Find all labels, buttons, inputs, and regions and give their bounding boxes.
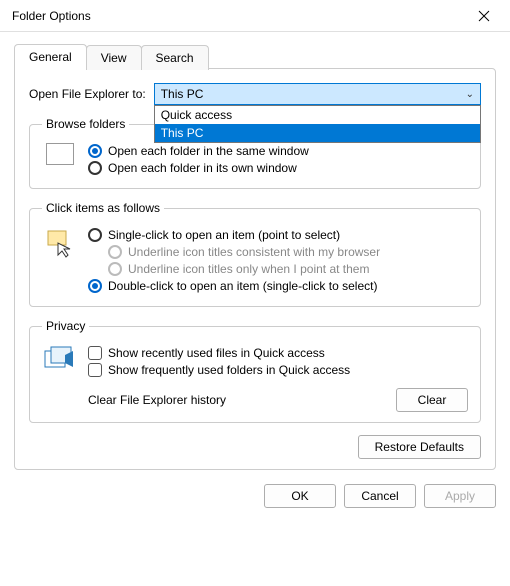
browse-folders-icon xyxy=(42,141,78,178)
click-items-icon xyxy=(42,225,78,296)
privacy-legend: Privacy xyxy=(42,319,89,333)
checkbox-icon xyxy=(88,346,102,360)
check-frequent-folders[interactable]: Show frequently used folders in Quick ac… xyxy=(88,363,468,377)
radio-underline-point: Underline icon titles only when I point … xyxy=(108,262,468,276)
click-cursor-icon xyxy=(44,227,76,259)
close-button[interactable] xyxy=(462,1,506,31)
chevron-down-icon: ⌄ xyxy=(466,89,474,100)
restore-defaults-button[interactable]: Restore Defaults xyxy=(358,435,481,459)
radio-same-window-label: Open each folder in the same window xyxy=(108,144,309,158)
dialog-button-bar: OK Cancel Apply xyxy=(0,470,510,520)
radio-double-click[interactable]: Double-click to open an item (single-cli… xyxy=(88,279,468,293)
radio-icon xyxy=(108,245,122,259)
clear-button[interactable]: Clear xyxy=(396,388,468,412)
dropdown-option-quick-access[interactable]: Quick access xyxy=(155,106,480,124)
open-explorer-combo[interactable]: This PC ⌄ xyxy=(154,83,481,105)
radio-icon xyxy=(88,279,102,293)
radio-own-window[interactable]: Open each folder in its own window xyxy=(88,161,468,175)
radio-icon xyxy=(88,144,102,158)
radio-underline-browser-label: Underline icon titles consistent with my… xyxy=(128,245,380,259)
privacy-icon xyxy=(43,345,77,373)
radio-icon xyxy=(108,262,122,276)
window-title: Folder Options xyxy=(12,9,462,23)
radio-double-click-label: Double-click to open an item (single-cli… xyxy=(108,279,377,293)
radio-single-click[interactable]: Single-click to open an item (point to s… xyxy=(88,228,468,242)
radio-icon xyxy=(88,161,102,175)
tab-panel-general: Open File Explorer to: This PC ⌄ Quick a… xyxy=(14,68,496,470)
cancel-button[interactable]: Cancel xyxy=(344,484,416,508)
ok-button[interactable]: OK xyxy=(264,484,336,508)
radio-single-click-label: Single-click to open an item (point to s… xyxy=(108,228,340,242)
tab-strip: General View Search xyxy=(14,44,496,69)
check-frequent-folders-label: Show frequently used folders in Quick ac… xyxy=(108,363,350,377)
radio-underline-browser: Underline icon titles consistent with my… xyxy=(108,245,468,259)
checkbox-icon xyxy=(88,363,102,377)
clear-history-label: Clear File Explorer history xyxy=(88,393,226,407)
browse-folders-legend: Browse folders xyxy=(42,117,129,131)
close-icon xyxy=(478,10,490,22)
privacy-icon-slot xyxy=(42,343,78,380)
tab-general[interactable]: General xyxy=(14,44,87,69)
open-explorer-dropdown: Quick access This PC xyxy=(154,105,481,143)
open-explorer-label: Open File Explorer to: xyxy=(29,87,146,101)
check-recent-files[interactable]: Show recently used files in Quick access xyxy=(88,346,468,360)
open-explorer-value: This PC xyxy=(161,87,204,101)
radio-icon xyxy=(88,228,102,242)
radio-own-window-label: Open each folder in its own window xyxy=(108,161,297,175)
click-items-legend: Click items as follows xyxy=(42,201,164,215)
radio-same-window[interactable]: Open each folder in the same window xyxy=(88,144,468,158)
radio-underline-point-label: Underline icon titles only when I point … xyxy=(128,262,369,276)
tab-search[interactable]: Search xyxy=(141,45,209,70)
folder-icon xyxy=(46,143,74,165)
dropdown-option-this-pc[interactable]: This PC xyxy=(155,124,480,142)
tab-view[interactable]: View xyxy=(86,45,142,70)
click-items-group: Click items as follows Single-click to o… xyxy=(29,201,481,307)
check-recent-files-label: Show recently used files in Quick access xyxy=(108,346,325,360)
privacy-group: Privacy Show recently used files in Quic… xyxy=(29,319,481,423)
title-bar: Folder Options xyxy=(0,0,510,32)
apply-button: Apply xyxy=(424,484,496,508)
